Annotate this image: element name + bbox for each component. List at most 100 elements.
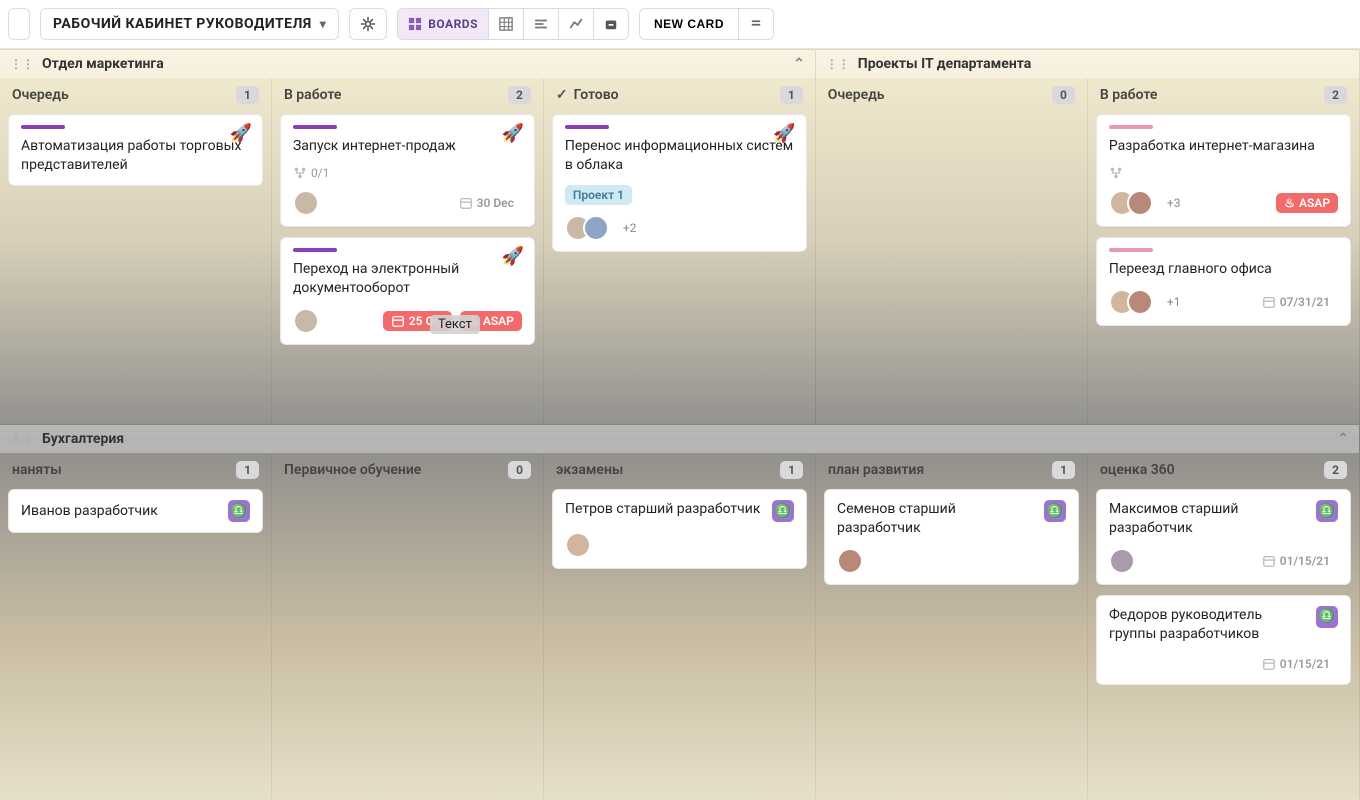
calendar-icon	[391, 314, 405, 328]
column-count: 1	[780, 461, 803, 479]
card[interactable]: Переезд главного офиса +1 07/31/21	[1096, 237, 1351, 326]
avatar[interactable]	[1109, 548, 1135, 574]
card[interactable]: Петров старший разработчик ♎	[552, 489, 807, 569]
view-archive[interactable]	[594, 8, 629, 40]
avatar[interactable]	[293, 190, 319, 216]
scales-icon: ♎	[1316, 606, 1338, 628]
lane-header[interactable]: ⋮⋮ Отдел маркетинга ⌃	[0, 50, 815, 78]
lane-title: Отдел маркетинга	[42, 56, 164, 72]
column-title: Первичное обучение	[284, 462, 421, 478]
drag-handle-icon[interactable]: ⋮⋮	[10, 432, 34, 446]
more-avatars: +3	[1167, 196, 1181, 210]
card-title: Переезд главного офиса	[1109, 260, 1338, 279]
card[interactable]: 🚀 Автоматизация работы торговых представ…	[8, 114, 263, 186]
asap-badge: ♨ ASAP	[1276, 193, 1338, 213]
card-title: Петров старший разработчик	[565, 500, 764, 519]
view-table[interactable]	[489, 8, 524, 40]
gear-icon	[360, 16, 376, 32]
view-list[interactable]	[524, 8, 559, 40]
card-title: Максимов старший разработчик	[1109, 500, 1308, 538]
new-card-options[interactable]	[739, 8, 774, 40]
card[interactable]: Максимов старший разработчик ♎ 01/15/21	[1096, 489, 1351, 585]
column-title: наняты	[12, 462, 62, 478]
column-count: 1	[780, 86, 803, 104]
more-avatars: +2	[623, 221, 637, 235]
rocket-icon: 🚀	[501, 246, 523, 267]
column-title: оценка 360	[1100, 462, 1175, 478]
view-boards-label: BOARDS	[428, 17, 478, 31]
check-icon: ✓	[556, 87, 568, 103]
more-avatars: +1	[1167, 295, 1181, 309]
card[interactable]: 🚀 Запуск интернет-продаж 0/1	[280, 114, 535, 227]
column-onboarding: Первичное обучение 0	[272, 453, 544, 799]
settings-button[interactable]	[349, 8, 387, 40]
calendar-icon	[1262, 295, 1276, 309]
collapse-icon[interactable]: ⌃	[793, 56, 805, 72]
lane-it: ⋮⋮ Проекты IT департамента Очередь 0 В р…	[816, 50, 1360, 424]
card-title: Иванов разработчик	[21, 502, 228, 521]
drag-handle-icon[interactable]: ⋮⋮	[10, 57, 34, 71]
collapse-icon[interactable]: ⌃	[1337, 431, 1349, 447]
menu-button[interactable]	[8, 8, 30, 40]
card[interactable]: 🚀 Переход на электронный документооборот…	[280, 237, 535, 345]
chart-icon	[569, 17, 583, 31]
column-360: оценка 360 2 Максимов старший разработчи…	[1088, 453, 1359, 799]
lane-title: Проекты IT департамента	[858, 56, 1032, 72]
avatar-stack[interactable]	[1109, 289, 1153, 315]
chevron-down-icon: ▾	[320, 17, 327, 31]
new-card-button[interactable]: NEW CARD	[639, 8, 739, 40]
card-title: Перенос информационных систем в облака	[565, 137, 794, 175]
calendar-icon	[459, 196, 473, 210]
view-boards[interactable]: BOARDS	[397, 8, 489, 40]
card[interactable]: Иванов разработчик ♎	[8, 489, 263, 533]
branch-icon	[1109, 166, 1123, 180]
lane-header[interactable]: ⋮⋮ Проекты IT департамента	[816, 50, 1359, 78]
card-stripe	[21, 125, 65, 129]
column-title: В работе	[1100, 87, 1158, 103]
column-queue: Очередь 1 🚀 Автоматизация работы торговы…	[0, 78, 272, 424]
card-stripe	[1109, 125, 1153, 129]
column-title: Очередь	[12, 87, 69, 103]
card-title: Федоров руководитель группы разработчико…	[1109, 606, 1308, 644]
column-title: В работе	[284, 87, 342, 103]
due-date: 01/15/21	[1254, 654, 1338, 674]
due-date: 30 Dec	[451, 193, 522, 213]
table-icon	[499, 17, 513, 31]
column-count: 2	[508, 86, 531, 104]
column-in-progress: В работе 2 Разработка интернет-магазина	[1088, 78, 1359, 424]
topbar: РАБОЧИЙ КАБИНЕТ РУКОВОДИТЕЛЯ ▾ BOARDS NE…	[0, 0, 1360, 49]
card[interactable]: Разработка интернет-магазина +3	[1096, 114, 1351, 227]
card-title: Переход на электронный документооборот	[293, 260, 522, 298]
card[interactable]: Семенов старший разработчик ♎	[824, 489, 1079, 585]
column-hired: наняты 1 Иванов разработчик ♎	[0, 453, 272, 799]
avatar-stack[interactable]	[1109, 190, 1153, 216]
column-title: Очередь	[828, 87, 885, 103]
card-stripe	[293, 125, 337, 129]
menu-lines-icon	[749, 16, 763, 30]
avatar[interactable]	[837, 548, 863, 574]
avatar[interactable]	[565, 532, 591, 558]
avatar-stack[interactable]	[565, 215, 609, 241]
rocket-icon: 🚀	[773, 123, 795, 144]
column-count: 2	[1324, 461, 1347, 479]
drag-handle-icon[interactable]: ⋮⋮	[826, 57, 850, 71]
column-title: Готово	[574, 87, 619, 103]
column-in-progress: В работе 2 🚀 Запуск интернет-продаж 0/1	[272, 78, 544, 424]
workspace-dropdown[interactable]: РАБОЧИЙ КАБИНЕТ РУКОВОДИТЕЛЯ ▾	[40, 8, 339, 40]
card-stripe	[293, 248, 337, 252]
rocket-icon: 🚀	[501, 123, 523, 144]
lane-title: Бухгалтерия	[42, 431, 124, 447]
avatar[interactable]	[293, 308, 319, 334]
rocket-icon: 🚀	[230, 123, 252, 144]
view-chart[interactable]	[559, 8, 594, 40]
card[interactable]: Федоров руководитель группы разработчико…	[1096, 595, 1351, 685]
branch-icon	[293, 166, 307, 180]
tag[interactable]: Проект 1	[565, 185, 632, 205]
lane-header[interactable]: ⋮⋮ Бухгалтерия ⌃	[0, 425, 1359, 453]
card[interactable]: 🚀 Перенос информационных систем в облака…	[552, 114, 807, 252]
card-title: Автоматизация работы торговых представит…	[21, 137, 250, 175]
column-count: 1	[1052, 461, 1075, 479]
calendar-icon	[1262, 554, 1276, 568]
subtasks-indicator: 0/1	[293, 166, 329, 180]
card-title: Разработка интернет-магазина	[1109, 137, 1338, 156]
